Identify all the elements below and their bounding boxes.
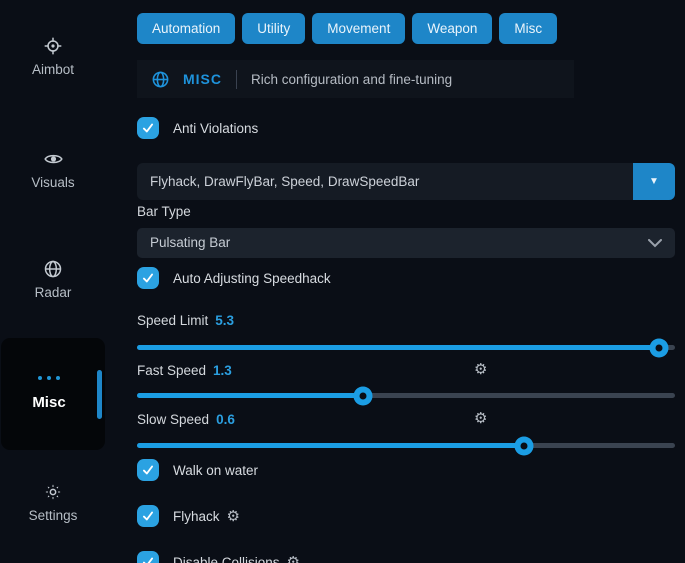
sidebar-item-label: Visuals bbox=[0, 175, 106, 190]
check-icon bbox=[141, 271, 155, 285]
sidebar-item-aimbot[interactable]: Aimbot bbox=[0, 36, 106, 77]
section-header: MISC Rich configuration and fine-tuning bbox=[137, 60, 574, 98]
fast-speed-slider[interactable] bbox=[137, 386, 675, 405]
gear-icon[interactable]: ⚙ bbox=[474, 362, 487, 377]
gear-icon[interactable]: ⚙ bbox=[227, 509, 240, 524]
fast-speed-value: 1.3 bbox=[213, 363, 232, 378]
gear-icon bbox=[43, 482, 63, 502]
disable-collisions-row: Disable Collisions ⚙ bbox=[137, 551, 300, 563]
slider-fill bbox=[137, 345, 659, 350]
dropdown-open-button[interactable]: ▼ bbox=[633, 163, 675, 200]
feature-bars-select[interactable]: Flyhack, DrawFlyBar, Speed, DrawSpeedBar… bbox=[137, 163, 675, 200]
sidebar-item-label: Aimbot bbox=[0, 62, 106, 77]
globe-icon bbox=[43, 259, 63, 279]
selected-indicator-bar bbox=[97, 370, 102, 419]
auto-adjusting-label: Auto Adjusting Speedhack bbox=[173, 271, 331, 286]
check-icon bbox=[141, 463, 155, 477]
sidebar-item-label: Misc bbox=[1, 394, 97, 411]
category-tabs: Automation Utility Movement Weapon Misc bbox=[137, 13, 557, 44]
tab-automation[interactable]: Automation bbox=[137, 13, 235, 44]
section-subtitle: Rich configuration and fine-tuning bbox=[251, 72, 452, 87]
slow-speed-value: 0.6 bbox=[216, 412, 235, 427]
slider-fill bbox=[137, 443, 524, 448]
disable-collisions-label: Disable Collisions bbox=[173, 555, 280, 563]
gear-icon[interactable]: ⚙ bbox=[287, 555, 300, 563]
auto-adjusting-checkbox[interactable] bbox=[137, 267, 159, 289]
sidebar-item-misc[interactable]: Misc bbox=[1, 338, 105, 450]
check-icon bbox=[141, 509, 155, 523]
tab-utility[interactable]: Utility bbox=[242, 13, 305, 44]
tab-movement[interactable]: Movement bbox=[312, 13, 405, 44]
slow-speed-slider[interactable] bbox=[137, 436, 675, 455]
walk-on-water-checkbox[interactable] bbox=[137, 459, 159, 481]
slider-handle[interactable] bbox=[515, 436, 534, 455]
section-title: MISC bbox=[183, 71, 222, 87]
sidebar: Aimbot Visuals Radar Misc bbox=[0, 0, 137, 563]
flyhack-checkbox[interactable] bbox=[137, 505, 159, 527]
globe-icon bbox=[151, 70, 170, 89]
speed-limit-label: Speed Limit bbox=[137, 313, 208, 328]
anti-violations-row: Anti Violations bbox=[137, 117, 258, 139]
bar-type-value: Pulsating Bar bbox=[150, 228, 230, 258]
disable-collisions-checkbox[interactable] bbox=[137, 551, 159, 563]
anti-violations-label: Anti Violations bbox=[173, 121, 258, 136]
speed-limit-slider[interactable] bbox=[137, 338, 675, 357]
flyhack-row: Flyhack ⚙ bbox=[137, 505, 240, 527]
bar-type-select[interactable]: Pulsating Bar bbox=[137, 228, 675, 258]
misc-panel: Automation Utility Movement Weapon Misc … bbox=[137, 0, 675, 563]
divider bbox=[236, 70, 237, 89]
fast-speed-label-row: Fast Speed 1.3 ⚙ bbox=[137, 362, 232, 379]
sidebar-item-radar[interactable]: Radar bbox=[0, 259, 106, 300]
flyhack-label: Flyhack bbox=[173, 509, 220, 524]
slider-fill bbox=[137, 393, 363, 398]
triangle-down-icon: ▼ bbox=[649, 176, 659, 187]
tab-misc[interactable]: Misc bbox=[499, 13, 557, 44]
mod-menu-window: Aimbot Visuals Radar Misc bbox=[0, 0, 685, 563]
auto-adjusting-row: Auto Adjusting Speedhack bbox=[137, 267, 331, 289]
slow-speed-label-row: Slow Speed 0.6 ⚙ bbox=[137, 411, 235, 428]
feature-bars-value: Flyhack, DrawFlyBar, Speed, DrawSpeedBar bbox=[150, 163, 419, 200]
sidebar-item-visuals[interactable]: Visuals bbox=[0, 149, 106, 190]
sidebar-item-settings[interactable]: Settings bbox=[0, 482, 106, 523]
tab-weapon[interactable]: Weapon bbox=[412, 13, 492, 44]
slider-handle[interactable] bbox=[649, 338, 668, 357]
eye-icon bbox=[43, 149, 64, 169]
check-icon bbox=[141, 555, 155, 563]
bar-type-label: Bar Type bbox=[137, 204, 191, 219]
sidebar-item-label: Radar bbox=[0, 285, 106, 300]
check-icon bbox=[141, 121, 155, 135]
speed-limit-value: 5.3 bbox=[215, 313, 234, 328]
slider-handle[interactable] bbox=[353, 386, 372, 405]
slow-speed-label: Slow Speed bbox=[137, 412, 209, 427]
walk-on-water-label: Walk on water bbox=[173, 463, 258, 478]
walk-on-water-row: Walk on water bbox=[137, 459, 258, 481]
dots-icon bbox=[1, 376, 97, 380]
fast-speed-label: Fast Speed bbox=[137, 363, 206, 378]
anti-violations-checkbox[interactable] bbox=[137, 117, 159, 139]
sidebar-item-label: Settings bbox=[0, 508, 106, 523]
chevron-down-icon bbox=[648, 239, 662, 248]
gear-icon[interactable]: ⚙ bbox=[474, 411, 487, 426]
crosshair-icon bbox=[43, 36, 63, 56]
speed-limit-label-row: Speed Limit 5.3 bbox=[137, 312, 234, 329]
